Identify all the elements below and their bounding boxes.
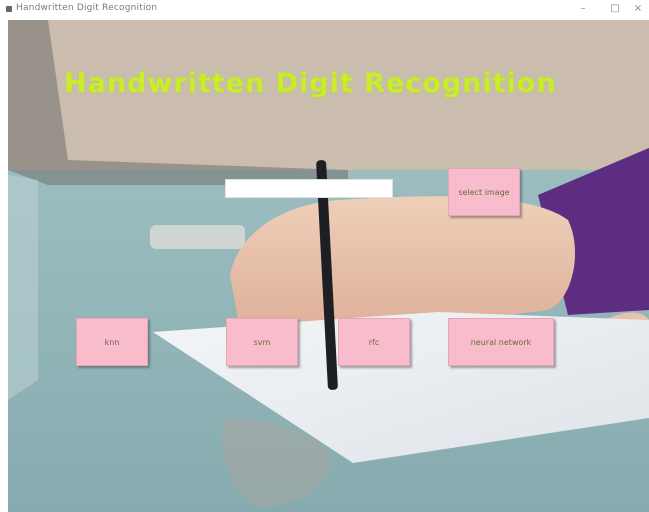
close-button[interactable]: × [623,1,649,19]
knn-button[interactable]: knn [76,318,148,366]
app-canvas: Handwritten Digit Recognition select ima… [8,20,649,512]
select-image-button[interactable]: select image [448,168,520,216]
app-heading: Handwritten Digit Recognition [64,68,557,99]
rfc-button[interactable]: rfc [338,318,410,366]
window-titlebar: Handwritten Digit Recognition – □ × [0,0,649,20]
image-path-field[interactable] [225,179,393,198]
window-title: Handwritten Digit Recognition [16,3,158,13]
phone-shape [150,225,245,249]
laptop-screen-reflection [8,175,38,400]
minimize-button[interactable]: – [568,1,598,19]
neural-network-button[interactable]: neural network [448,318,554,366]
app-icon [6,6,12,12]
svm-button[interactable]: svm [226,318,298,366]
